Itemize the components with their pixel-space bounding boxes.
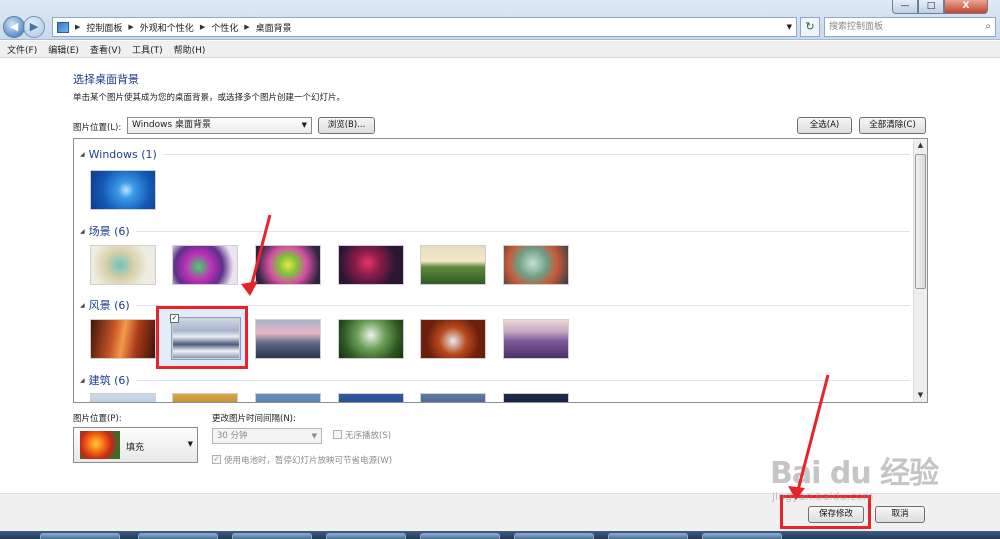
divider bbox=[135, 304, 910, 306]
watermark: Bai du 经验 jingyan.baidu.com bbox=[760, 440, 950, 510]
taskbar-item[interactable] bbox=[608, 533, 688, 539]
wallpaper-thumbnail[interactable] bbox=[90, 245, 156, 285]
minimize-button[interactable]: — bbox=[892, 0, 918, 14]
close-button[interactable]: X bbox=[944, 0, 988, 14]
group-header-windows[interactable]: ◢ Windows (1) bbox=[80, 148, 910, 161]
scroll-thumb[interactable] bbox=[915, 154, 926, 289]
interval-label: 更改图片时间间隔(N): bbox=[212, 414, 296, 424]
wallpaper-thumbnail-selected[interactable] bbox=[171, 317, 241, 360]
chevron-right-icon: ▶ bbox=[244, 23, 250, 31]
search-placeholder: 搜索控制面板 bbox=[829, 22, 884, 32]
wallpaper-thumbnail[interactable] bbox=[420, 393, 486, 402]
wallpaper-thumbnail[interactable] bbox=[255, 245, 321, 285]
wallpaper-thumbnail[interactable] bbox=[338, 393, 404, 402]
group-header-architecture[interactable]: ◢ 建筑 (6) bbox=[80, 372, 910, 388]
wallpaper-thumbnail[interactable] bbox=[420, 245, 486, 285]
group-title: Windows (1) bbox=[88, 148, 157, 161]
shuffle-checkbox[interactable] bbox=[333, 430, 342, 439]
gallery-scrollbar[interactable]: ▲ ▼ bbox=[913, 139, 927, 402]
picture-location-label: 图片位置(L): bbox=[73, 123, 122, 133]
search-icon[interactable]: ⌕ bbox=[985, 18, 991, 36]
chevron-right-icon: ▶ bbox=[199, 23, 206, 31]
wallpaper-thumbnail[interactable] bbox=[90, 393, 156, 402]
page-description: 单击某个图片使其成为您的桌面背景，或选择多个图片创建一个幻灯片。 bbox=[73, 93, 346, 103]
scroll-up-icon[interactable]: ▲ bbox=[914, 139, 927, 152]
shuffle-label: 无序播放(S) bbox=[345, 431, 392, 441]
chevron-down-icon: ▼ bbox=[187, 440, 193, 448]
back-button[interactable]: ◀ bbox=[3, 16, 25, 38]
picture-location-select[interactable]: Windows 桌面背景 ▼ bbox=[127, 117, 312, 134]
picture-position-select[interactable]: 填充 ▼ bbox=[73, 427, 198, 463]
battery-label: 使用电池时，暂停幻灯片放映可节省电源(W) bbox=[224, 456, 393, 466]
divider bbox=[135, 230, 910, 232]
wallpaper-thumbnail[interactable] bbox=[172, 245, 238, 285]
collapse-icon[interactable]: ◢ bbox=[80, 302, 85, 309]
wallpaper-thumbnail[interactable] bbox=[338, 245, 404, 285]
breadcrumb-personalization[interactable]: 个性化 bbox=[211, 21, 238, 34]
forward-button[interactable]: ▶ bbox=[23, 16, 45, 38]
group-title: 建筑 (6) bbox=[88, 374, 130, 387]
picture-position-label: 图片位置(P): bbox=[73, 414, 122, 424]
address-bar-area: ◀ ▶ ▶ 控制面板 ▶ 外观和个性化 ▶ 个性化 ▶ 桌面背景 ▼ ↻ 搜索控… bbox=[0, 0, 1000, 40]
menu-tools[interactable]: 工具(T) bbox=[132, 43, 163, 56]
menu-help[interactable]: 帮助(H) bbox=[174, 43, 206, 56]
chevron-down-icon[interactable]: ▼ bbox=[787, 23, 792, 31]
collapse-icon[interactable]: ◢ bbox=[80, 228, 85, 235]
battery-checkbox[interactable]: ✓ bbox=[212, 455, 221, 464]
wallpaper-thumbnail[interactable] bbox=[338, 319, 404, 359]
scroll-down-icon[interactable]: ▼ bbox=[914, 389, 927, 402]
taskbar-item[interactable] bbox=[514, 533, 594, 539]
wallpaper-thumbnail[interactable] bbox=[172, 393, 238, 402]
wallpaper-thumbnail[interactable] bbox=[503, 319, 569, 359]
control-panel-icon bbox=[57, 21, 69, 33]
taskbar-item[interactable] bbox=[138, 533, 218, 539]
breadcrumb-desktop-background[interactable]: 桌面背景 bbox=[256, 21, 292, 34]
interval-select[interactable]: 30 分钟 ▼ bbox=[212, 428, 322, 444]
clear-all-button[interactable]: 全部清除(C) bbox=[859, 117, 926, 134]
chevron-down-icon: ▼ bbox=[311, 432, 317, 440]
breadcrumb[interactable]: ▶ 控制面板 ▶ 外观和个性化 ▶ 个性化 ▶ 桌面背景 ▼ bbox=[52, 17, 797, 37]
page-title: 选择桌面背景 bbox=[73, 73, 139, 86]
taskbar-item[interactable] bbox=[702, 533, 782, 539]
select-all-button[interactable]: 全选(A) bbox=[797, 117, 852, 134]
wallpaper-checkbox[interactable]: ✓ bbox=[170, 314, 179, 323]
wallpaper-thumbnail[interactable] bbox=[420, 319, 486, 359]
wallpaper-thumbnail[interactable] bbox=[255, 393, 321, 402]
wallpaper-thumbnail[interactable] bbox=[90, 319, 156, 359]
breadcrumb-appearance[interactable]: 外观和个性化 bbox=[140, 21, 194, 34]
divider bbox=[162, 154, 910, 155]
group-header-scenes[interactable]: ◢ 场景 (6) bbox=[80, 223, 910, 239]
taskbar-item[interactable] bbox=[232, 533, 312, 539]
browse-button[interactable]: 浏览(B)... bbox=[318, 117, 375, 134]
menu-file[interactable]: 文件(F) bbox=[7, 43, 37, 56]
menu-view[interactable]: 查看(V) bbox=[90, 43, 121, 56]
picture-location-value: Windows 桌面背景 bbox=[132, 120, 212, 130]
wallpaper-thumbnail-windows[interactable] bbox=[90, 170, 156, 210]
maximize-button[interactable]: □ bbox=[918, 0, 944, 14]
wallpaper-thumbnail[interactable] bbox=[503, 393, 569, 402]
divider bbox=[135, 379, 910, 381]
wallpaper-thumbnail[interactable] bbox=[503, 245, 569, 285]
refresh-button[interactable]: ↻ bbox=[800, 17, 820, 37]
search-input[interactable]: 搜索控制面板 ⌕ bbox=[824, 17, 996, 37]
taskbar-item[interactable] bbox=[326, 533, 406, 539]
interval-value: 30 分钟 bbox=[217, 431, 248, 441]
chevron-right-icon: ▶ bbox=[75, 23, 81, 31]
chevron-right-icon: ▶ bbox=[128, 23, 134, 31]
menu-bar: 文件(F) 编辑(E) 查看(V) 工具(T) 帮助(H) bbox=[0, 41, 1000, 58]
chevron-down-icon: ▼ bbox=[301, 121, 307, 129]
collapse-icon[interactable]: ◢ bbox=[80, 151, 85, 158]
group-title: 风景 (6) bbox=[88, 299, 130, 312]
collapse-icon[interactable]: ◢ bbox=[80, 377, 85, 384]
watermark-url: jingyan.baidu.com bbox=[772, 490, 874, 503]
watermark-logo: Bai du 经验 bbox=[770, 456, 939, 491]
menu-edit[interactable]: 编辑(E) bbox=[48, 43, 79, 56]
group-title: 场景 (6) bbox=[88, 225, 130, 238]
taskbar-item[interactable] bbox=[40, 533, 120, 539]
picture-position-value: 填充 bbox=[126, 443, 145, 453]
fill-preview-image bbox=[80, 431, 120, 459]
breadcrumb-control-panel[interactable]: 控制面板 bbox=[86, 21, 122, 34]
wallpaper-thumbnail[interactable] bbox=[255, 319, 321, 359]
taskbar-item[interactable] bbox=[420, 533, 500, 539]
